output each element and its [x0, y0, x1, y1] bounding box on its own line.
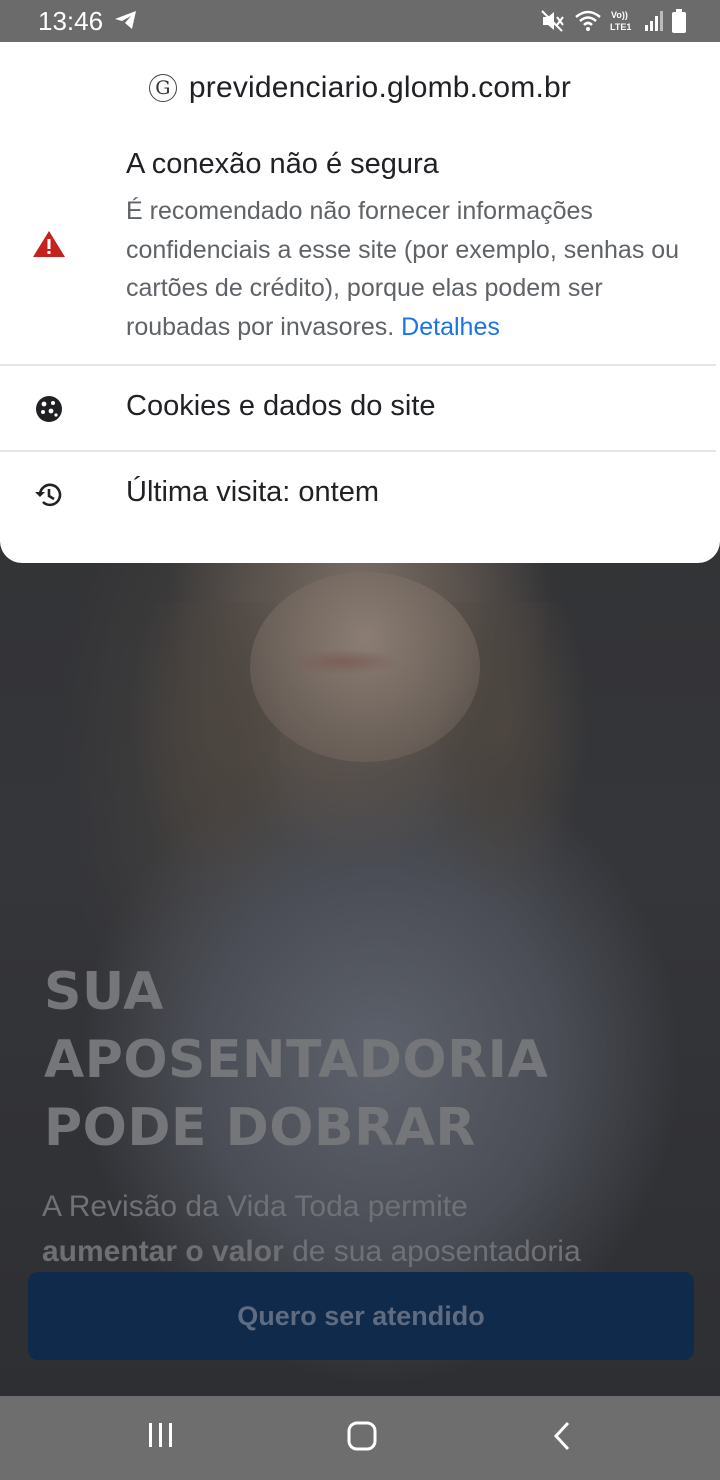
hero-text-start: A Revisão da Vida Toda permite [42, 1190, 468, 1223]
cookie-icon [34, 394, 64, 429]
status-bar: 13:46 Vo)) LTE1 [0, 0, 720, 42]
hero-title-line: SUA [44, 962, 164, 1022]
mute-icon [540, 9, 566, 33]
security-title: A conexão não é segura [126, 148, 439, 180]
hero-title-line: PODE DOBRAR [44, 1098, 476, 1158]
back-icon[interactable] [550, 1420, 574, 1457]
cta-button[interactable]: Quero ser atendido [28, 1272, 694, 1360]
wifi-icon [574, 9, 602, 33]
cookies-row[interactable]: Cookies e dados do site [0, 366, 720, 450]
svg-text:Vo)): Vo)) [611, 10, 628, 20]
navigation-bar [0, 1396, 720, 1480]
cookies-label: Cookies e dados do site [126, 390, 436, 422]
security-description: É recomendado não fornecer informações c… [126, 192, 696, 346]
hero-title-line: APOSENTADORIA [44, 1030, 549, 1090]
photo-lips [288, 650, 398, 674]
status-time: 13:46 [38, 6, 104, 36]
hero-text: A Revisão da Vida Toda permite aumentar … [42, 1184, 702, 1274]
site-url: previdenciario.glomb.com.br [188, 71, 572, 104]
site-favicon-icon: G [148, 74, 177, 102]
last-visit-label: Última visita: ontem [126, 476, 380, 508]
battery-icon [672, 9, 686, 33]
hero-title: SUA APOSENTADORIA PODE DOBRAR [44, 958, 684, 1162]
details-link[interactable]: Detalhes [401, 313, 500, 341]
warning-icon [32, 230, 66, 263]
last-visit-row[interactable]: Última visita: ontem [0, 452, 720, 536]
telegram-icon [114, 9, 138, 36]
volte-lte-icon: Vo)) LTE1 [610, 8, 636, 34]
history-icon [34, 480, 64, 515]
svg-text:LTE1: LTE1 [610, 22, 631, 32]
site-info-popup: G previdenciario.glomb.com.br A conexão … [0, 42, 720, 563]
popup-url-row: G previdenciario.glomb.com.br [0, 68, 720, 108]
hero-text-bold: aumentar o valor [42, 1235, 284, 1268]
signal-icon [644, 10, 664, 32]
hero-text-end: de sua aposentadoria [292, 1235, 581, 1268]
recent-apps-icon[interactable] [146, 1420, 176, 1455]
status-icons: Vo)) LTE1 [540, 8, 686, 34]
home-icon[interactable] [346, 1420, 378, 1457]
